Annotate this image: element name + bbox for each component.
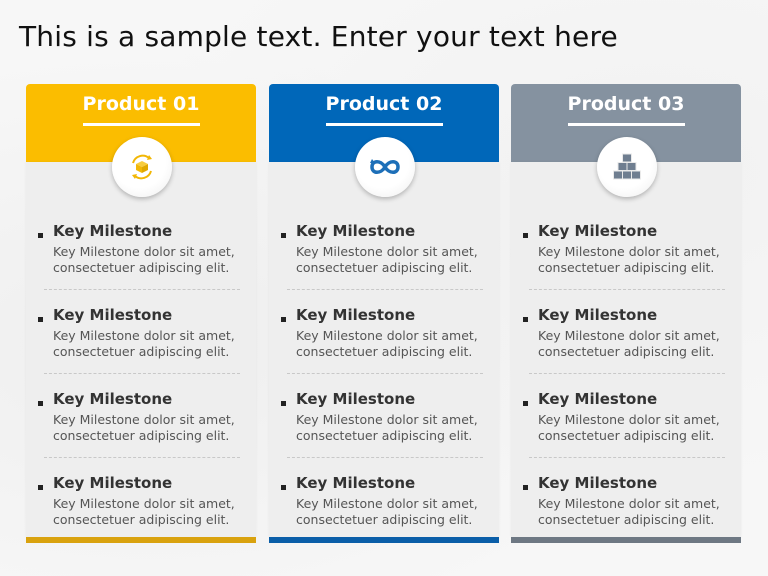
milestone-item: Key Milestone Key Milestone dolor sit am… bbox=[38, 390, 244, 474]
milestone-heading: Key Milestone bbox=[53, 390, 173, 408]
milestone-item: Key Milestone Key Milestone dolor sit am… bbox=[38, 474, 244, 558]
divider bbox=[529, 289, 725, 290]
divider bbox=[529, 373, 725, 374]
milestone-heading: Key Milestone bbox=[53, 306, 173, 324]
bullet-icon bbox=[38, 485, 43, 490]
milestone-heading: Key Milestone bbox=[538, 306, 658, 324]
bullet-icon bbox=[281, 401, 286, 406]
milestone-item: Key Milestone Key Milestone dolor sit am… bbox=[38, 306, 244, 390]
infinity-icon bbox=[370, 159, 400, 174]
slide-title: This is a sample text. Enter your text h… bbox=[19, 20, 618, 53]
milestone-heading: Key Milestone bbox=[538, 390, 658, 408]
milestone-item: Key Milestone Key Milestone dolor sit am… bbox=[38, 222, 244, 306]
card-bottom-bar bbox=[511, 537, 741, 543]
milestone-item: Key Milestone Key Milestone dolor sit am… bbox=[281, 390, 487, 474]
milestone-item: Key Milestone Key Milestone dolor sit am… bbox=[281, 222, 487, 306]
title-underline bbox=[83, 123, 200, 126]
product-card-2: Product 02 Key Milestone Key Milestone d… bbox=[269, 84, 499, 544]
milestone-description: Key Milestone dolor sit amet, consectetue… bbox=[53, 244, 235, 275]
milestone-description: Key Milestone dolor sit amet, consectetue… bbox=[296, 244, 478, 275]
milestone-heading: Key Milestone bbox=[296, 474, 416, 492]
card-body: Key Milestone Key Milestone dolor sit am… bbox=[269, 162, 499, 537]
milestone-item: Key Milestone Key Milestone dolor sit am… bbox=[523, 306, 729, 390]
milestone-description: Key Milestone dolor sit amet, consectetue… bbox=[538, 328, 720, 359]
milestone-heading: Key Milestone bbox=[53, 474, 173, 492]
divider bbox=[287, 289, 483, 290]
divider bbox=[287, 373, 483, 374]
icon-badge bbox=[112, 137, 172, 197]
card-body: Key Milestone Key Milestone dolor sit am… bbox=[511, 162, 741, 537]
milestone-heading: Key Milestone bbox=[296, 390, 416, 408]
product-card-3: Product 03 Key Milestone Key Milestone d… bbox=[511, 84, 741, 544]
bullet-icon bbox=[38, 401, 43, 406]
milestone-heading: Key Milestone bbox=[538, 474, 658, 492]
bullet-icon bbox=[523, 485, 528, 490]
milestone-item: Key Milestone Key Milestone dolor sit am… bbox=[523, 390, 729, 474]
milestone-description: Key Milestone dolor sit amet, consectetue… bbox=[53, 328, 235, 359]
bullet-icon bbox=[523, 233, 528, 238]
product-card-1: Product 01 Key Milestone Key Milestone d… bbox=[26, 84, 256, 544]
card-bottom-bar bbox=[269, 537, 499, 543]
card-title: Product 02 bbox=[325, 93, 443, 115]
milestone-description: Key Milestone dolor sit amet, consectetue… bbox=[53, 412, 235, 443]
bullet-icon bbox=[523, 401, 528, 406]
milestone-item: Key Milestone Key Milestone dolor sit am… bbox=[281, 474, 487, 558]
title-underline bbox=[326, 123, 443, 126]
icon-badge bbox=[355, 137, 415, 197]
milestone-heading: Key Milestone bbox=[296, 306, 416, 324]
card-title: Product 03 bbox=[567, 93, 685, 115]
bullet-icon bbox=[38, 317, 43, 322]
bullet-icon bbox=[281, 233, 286, 238]
milestone-item: Key Milestone Key Milestone dolor sit am… bbox=[281, 306, 487, 390]
milestone-heading: Key Milestone bbox=[53, 222, 173, 240]
divider bbox=[287, 457, 483, 458]
milestone-description: Key Milestone dolor sit amet, consectetue… bbox=[538, 412, 720, 443]
card-body: Key Milestone Key Milestone dolor sit am… bbox=[26, 162, 256, 537]
milestone-item: Key Milestone Key Milestone dolor sit am… bbox=[523, 222, 729, 306]
milestone-item: Key Milestone Key Milestone dolor sit am… bbox=[523, 474, 729, 558]
icon-badge bbox=[597, 137, 657, 197]
milestone-heading: Key Milestone bbox=[538, 222, 658, 240]
milestone-description: Key Milestone dolor sit amet, consectetue… bbox=[296, 328, 478, 359]
milestone-description: Key Milestone dolor sit amet, consectetue… bbox=[53, 496, 235, 527]
milestone-description: Key Milestone dolor sit amet, consectetue… bbox=[538, 496, 720, 527]
milestone-heading: Key Milestone bbox=[296, 222, 416, 240]
milestone-description: Key Milestone dolor sit amet, consectetue… bbox=[296, 496, 478, 527]
divider bbox=[44, 373, 240, 374]
stacked-boxes-icon bbox=[613, 153, 641, 180]
title-underline bbox=[568, 123, 685, 126]
milestone-description: Key Milestone dolor sit amet, consectetue… bbox=[296, 412, 478, 443]
bullet-icon bbox=[281, 317, 286, 322]
refresh-box-icon bbox=[132, 154, 152, 180]
card-title: Product 01 bbox=[82, 93, 200, 115]
milestone-description: Key Milestone dolor sit amet, consectetue… bbox=[538, 244, 720, 275]
bullet-icon bbox=[281, 485, 286, 490]
divider bbox=[44, 457, 240, 458]
divider bbox=[529, 457, 725, 458]
card-bottom-bar bbox=[26, 537, 256, 543]
bullet-icon bbox=[523, 317, 528, 322]
divider bbox=[44, 289, 240, 290]
bullet-icon bbox=[38, 233, 43, 238]
